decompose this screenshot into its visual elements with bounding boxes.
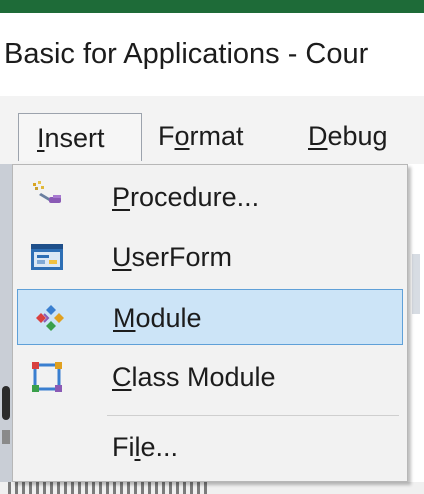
menu-debug[interactable]: Debug: [300, 114, 396, 158]
background-text-fragment: [0, 482, 424, 494]
menu-bar: Insert Format Debug: [0, 96, 424, 164]
menu-item-label: File...: [112, 432, 179, 462]
menu-item-label: Class Module: [112, 362, 276, 392]
userform-icon: [29, 239, 65, 275]
menu-item-userform[interactable]: UserForm: [17, 229, 403, 285]
menu-item-label: UserForm: [112, 242, 232, 272]
menu-item-label: Procedure...: [112, 182, 260, 212]
class-module-icon: [29, 359, 65, 395]
menu-item-procedure[interactable]: Procedure...: [17, 169, 403, 225]
menu-insert[interactable]: Insert: [18, 113, 142, 161]
menu-format[interactable]: Format: [150, 114, 252, 158]
background-panel: [0, 164, 12, 494]
insert-dropdown-menu: Procedure... UserForm Module Class Modul…: [12, 164, 408, 482]
background-fragment: [2, 430, 10, 444]
menu-item-class-module[interactable]: Class Module: [17, 349, 403, 405]
menu-item-label: Module: [113, 303, 202, 333]
background-fragment: [2, 386, 10, 420]
menu-separator: [107, 415, 399, 416]
title-bar-accent: [0, 0, 424, 13]
menu-item-module[interactable]: Module: [17, 289, 403, 345]
window-title: Basic for Applications - Cour: [4, 38, 369, 70]
menu-item-file[interactable]: File...: [17, 419, 403, 475]
background-panel: [408, 164, 424, 494]
procedure-icon: [29, 179, 65, 215]
module-icon: [30, 300, 66, 336]
